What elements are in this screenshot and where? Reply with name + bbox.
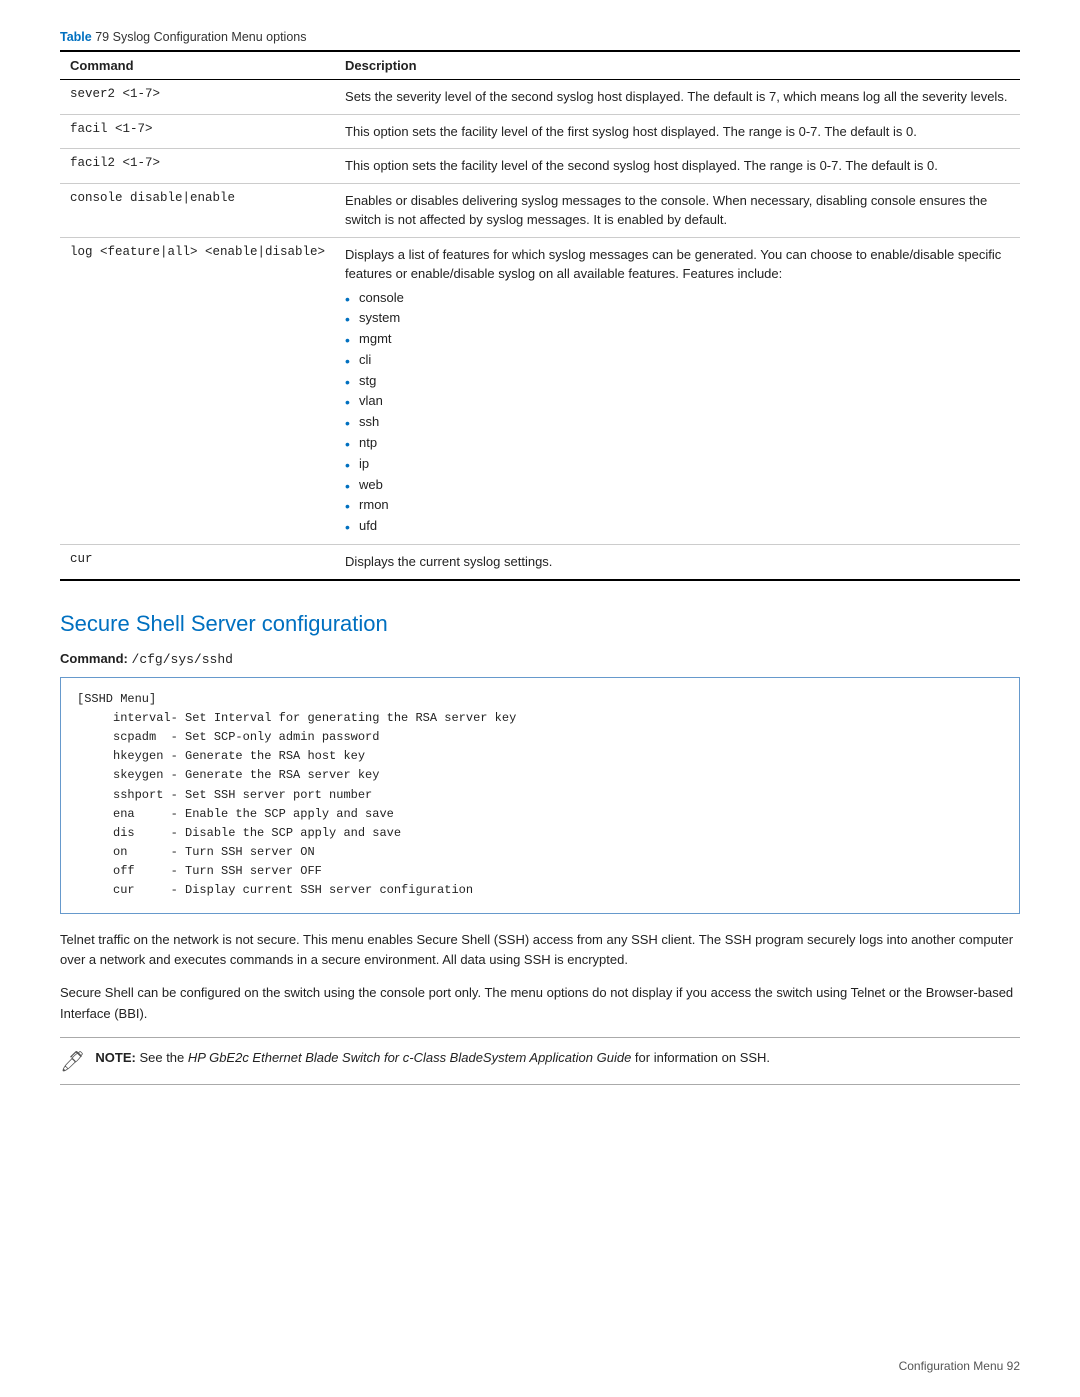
table-row: facil2 <1-7>This option sets the facilit… <box>60 149 1020 184</box>
page-footer: Configuration Menu 92 <box>899 1359 1020 1373</box>
bullet-item: mgmt <box>345 329 1010 350</box>
note-text-after: for information on SSH. <box>631 1050 770 1065</box>
bullet-item: web <box>345 475 1010 496</box>
note-text-before: See the <box>136 1050 188 1065</box>
bullet-item: stg <box>345 371 1010 392</box>
table-row: log <feature|all> <enable|disable>Displa… <box>60 237 1020 545</box>
col-command: Command <box>60 51 335 80</box>
bullet-item: cli <box>345 350 1010 371</box>
table-cell-command: facil <1-7> <box>60 114 335 149</box>
bullet-item: system <box>345 308 1010 329</box>
table-cell-command: log <feature|all> <enable|disable> <box>60 237 335 545</box>
command-label: Command: <box>60 651 128 666</box>
table-cell-command: facil2 <1-7> <box>60 149 335 184</box>
table-cell-description: This option sets the facility level of t… <box>335 114 1020 149</box>
table-row: curDisplays the current syslog settings. <box>60 545 1020 580</box>
bullet-item: console <box>345 288 1010 309</box>
command-line: Command: /cfg/sys/sshd <box>60 651 1020 667</box>
table-cell-command: sever2 <1-7> <box>60 80 335 115</box>
bullet-item: ntp <box>345 433 1010 454</box>
note-box: 🖊 NOTE: See the HP GbE2c Ethernet Blade … <box>60 1037 1020 1085</box>
table-row: console disable|enableEnables or disable… <box>60 183 1020 237</box>
col-description: Description <box>335 51 1020 80</box>
table-word: Table <box>60 30 92 44</box>
bullet-item: rmon <box>345 495 1010 516</box>
table-row: facil <1-7>This option sets the facility… <box>60 114 1020 149</box>
bullet-item: ufd <box>345 516 1010 537</box>
syslog-config-table: Command Description sever2 <1-7>Sets the… <box>60 50 1020 581</box>
bullet-item: ssh <box>345 412 1010 433</box>
bullet-item: vlan <box>345 391 1010 412</box>
table-row: sever2 <1-7>Sets the severity level of t… <box>60 80 1020 115</box>
note-label: NOTE: <box>95 1050 135 1065</box>
table-cell-description: Enables or disables delivering syslog me… <box>335 183 1020 237</box>
bullet-item: ip <box>345 454 1010 475</box>
command-value: /cfg/sys/sshd <box>132 652 233 667</box>
note-text-content: NOTE: See the HP GbE2c Ethernet Blade Sw… <box>95 1048 770 1069</box>
table-cell-command: cur <box>60 545 335 580</box>
body-para-2: Secure Shell can be configured on the sw… <box>60 983 1020 1025</box>
table-caption-rest: Syslog Configuration Menu options <box>113 30 307 44</box>
table-num: 79 <box>95 30 109 44</box>
table-cell-description: This option sets the facility level of t… <box>335 149 1020 184</box>
note-icon: 🖊 <box>60 1049 85 1074</box>
table-cell-description: Displays the current syslog settings. <box>335 545 1020 580</box>
table-cell-description: Sets the severity level of the second sy… <box>335 80 1020 115</box>
body-para-1: Telnet traffic on the network is not sec… <box>60 930 1020 972</box>
table-caption: Table 79 Syslog Configuration Menu optio… <box>60 30 1020 44</box>
sshd-menu-box: [SSHD Menu] interval- Set Interval for g… <box>60 677 1020 914</box>
table-cell-command: console disable|enable <box>60 183 335 237</box>
section-heading: Secure Shell Server configuration <box>60 611 1020 637</box>
note-italic: HP GbE2c Ethernet Blade Switch for c-Cla… <box>188 1050 631 1065</box>
table-cell-description: Displays a list of features for which sy… <box>335 237 1020 545</box>
